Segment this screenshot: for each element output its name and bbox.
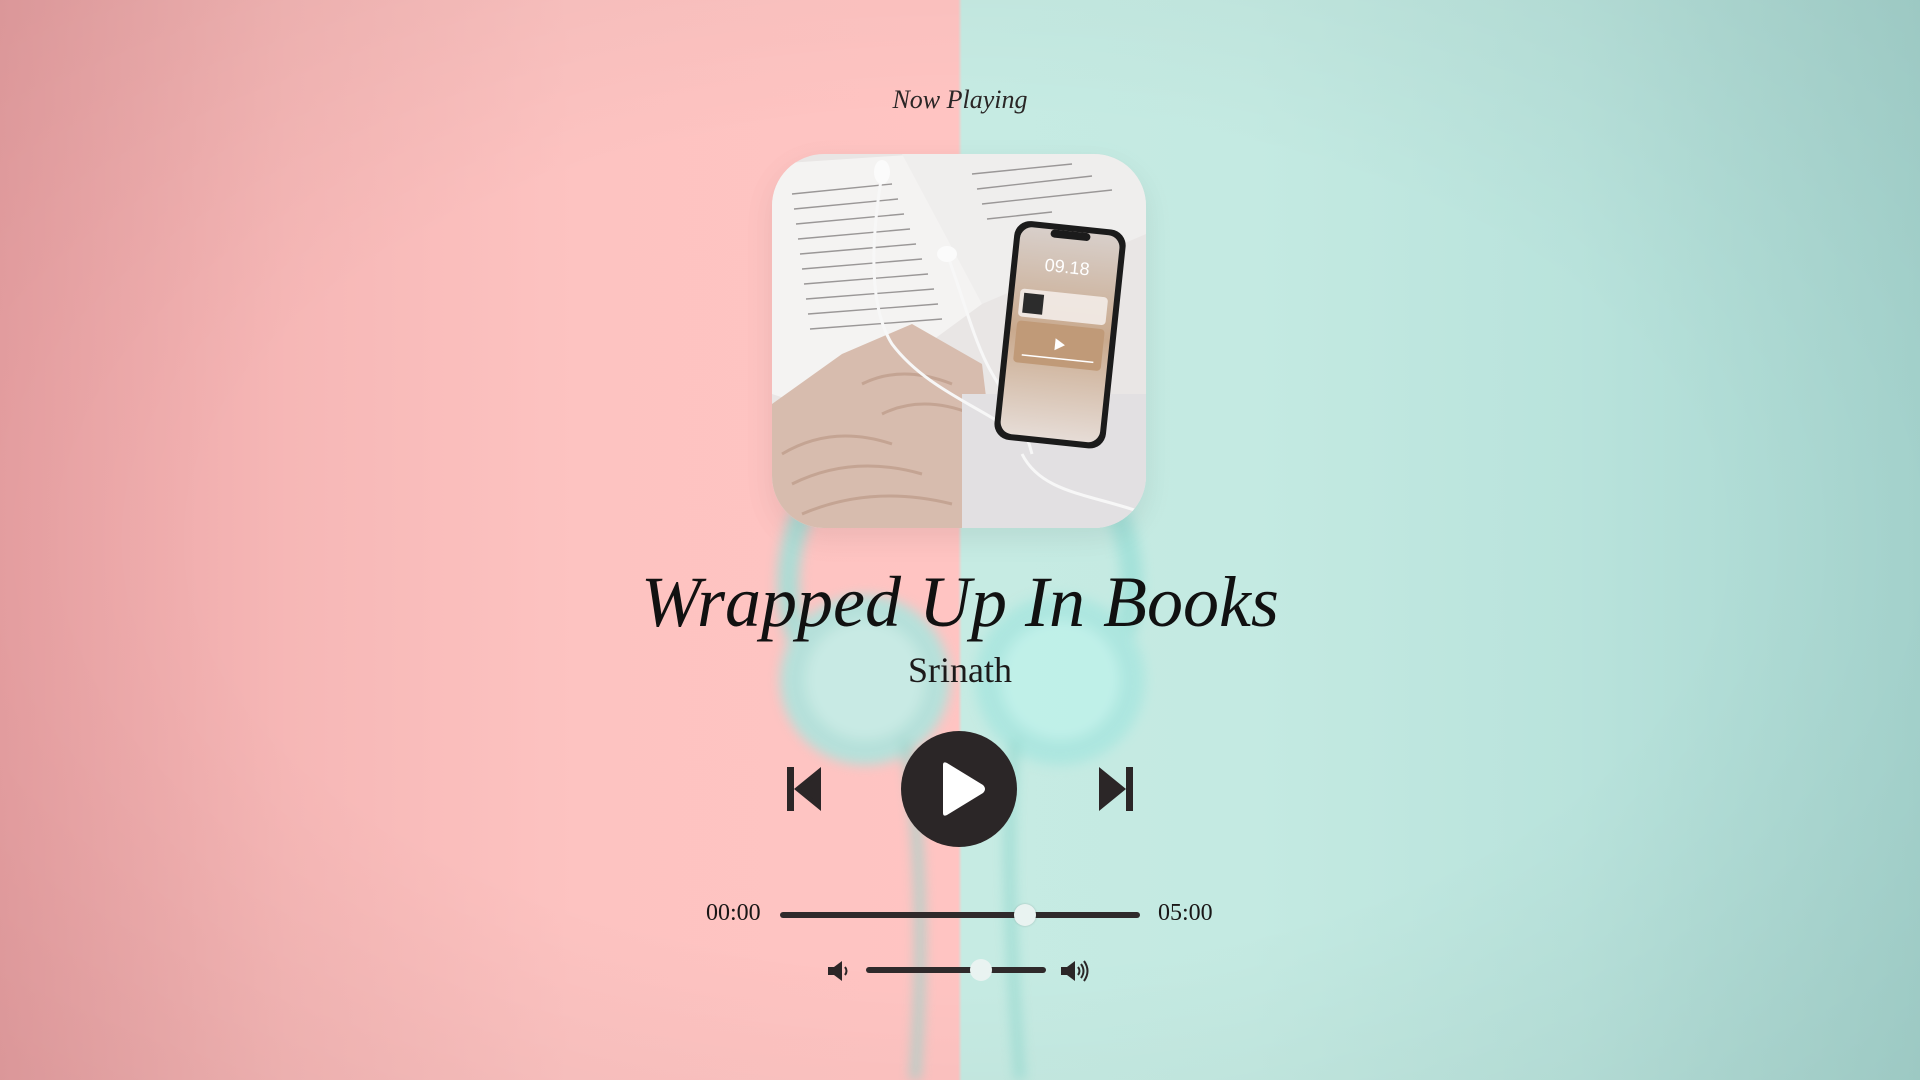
volume-high-icon bbox=[1061, 960, 1089, 982]
next-track-button[interactable] bbox=[1094, 762, 1138, 816]
previous-track-button[interactable] bbox=[782, 762, 826, 816]
song-title: Wrapped Up In Books bbox=[641, 562, 1279, 642]
artist-name: Srinath bbox=[908, 650, 1012, 690]
progress-thumb[interactable] bbox=[1013, 904, 1036, 926]
play-icon bbox=[943, 762, 985, 816]
album-cover-image: 09.18 bbox=[772, 154, 1146, 528]
total-time: 05:00 bbox=[1158, 900, 1213, 926]
skip-next-icon bbox=[1099, 767, 1133, 811]
progress-slider[interactable] bbox=[780, 904, 1140, 926]
play-button[interactable] bbox=[901, 731, 1017, 847]
skip-previous-icon bbox=[787, 767, 821, 811]
current-time: 00:00 bbox=[706, 900, 761, 926]
album-art-illustration: 09.18 bbox=[772, 154, 1146, 528]
volume-up-button[interactable] bbox=[1060, 958, 1090, 984]
volume-low-icon bbox=[828, 961, 848, 981]
now-playing-label: Now Playing bbox=[892, 85, 1028, 114]
volume-slider[interactable] bbox=[866, 959, 1046, 981]
volume-down-button[interactable] bbox=[826, 958, 856, 984]
